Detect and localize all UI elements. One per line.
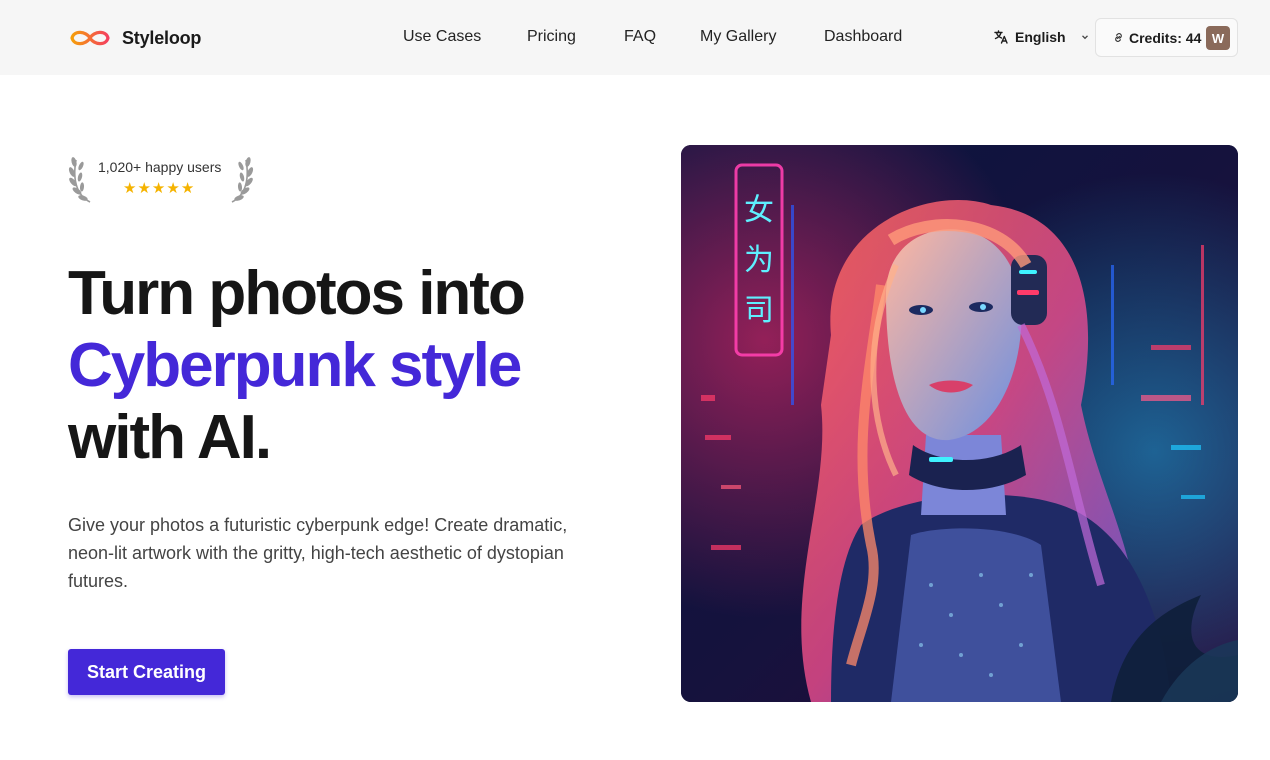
nav-my-gallery[interactable]: My Gallery <box>700 26 776 48</box>
chevron-down-icon <box>1081 35 1088 40</box>
hero-subtitle: Give your photos a futuristic cyberpunk … <box>68 515 568 591</box>
star-icon: ★ <box>151 180 166 197</box>
link-icon <box>1115 33 1122 42</box>
top-navbar: Styleloop Use Cases Pricing FAQ My Galle… <box>0 0 1270 75</box>
nav-pricing[interactable]: Pricing <box>527 26 576 48</box>
rating-stars: ★ ★ ★ ★ ★ <box>123 181 194 196</box>
nav-use-cases[interactable]: Use Cases <box>403 26 481 48</box>
hero-headline: Turn photos into Cyberpunk style with AI… <box>68 258 526 474</box>
hero-cyberpunk-image: 女 为 司 <box>681 145 1238 702</box>
infinity-logo-icon <box>70 30 110 46</box>
star-icon: ★ <box>123 180 137 197</box>
brand-name: Styleloop <box>122 27 202 48</box>
nav-faq[interactable]: FAQ <box>624 26 656 48</box>
brand-logo[interactable]: Styleloop <box>68 24 201 52</box>
language-selector[interactable]: English <box>993 26 1090 48</box>
headline-accent-line: Cyberpunk style <box>68 331 522 400</box>
headline-line-1: Turn photos into <box>68 259 526 328</box>
neon-sign-char-1: 女 <box>744 193 774 228</box>
star-icon: ★ <box>137 180 151 197</box>
language-label: English <box>1015 29 1066 45</box>
star-icon: ★ <box>166 180 180 197</box>
star-icon: ★ <box>180 180 195 197</box>
happy-users-badge: 1,020+ happy users ★ ★ ★ ★ ★ <box>68 150 256 204</box>
translate-icon <box>994 30 1008 44</box>
laurel-wreath-icon <box>68 157 91 203</box>
neon-sign-char-2: 为 <box>744 243 774 278</box>
user-avatar[interactable]: W <box>1206 26 1230 50</box>
neon-sign-char-3: 司 <box>744 293 774 328</box>
laurel-wreath-icon <box>231 157 254 203</box>
headline-line-3: with AI. <box>68 403 272 472</box>
start-creating-button[interactable]: Start Creating <box>68 649 225 695</box>
nav-dashboard[interactable]: Dashboard <box>824 26 902 48</box>
happy-users-text: 1,020+ happy users <box>98 159 222 175</box>
credits-label: Credits: 44 <box>1129 29 1202 46</box>
